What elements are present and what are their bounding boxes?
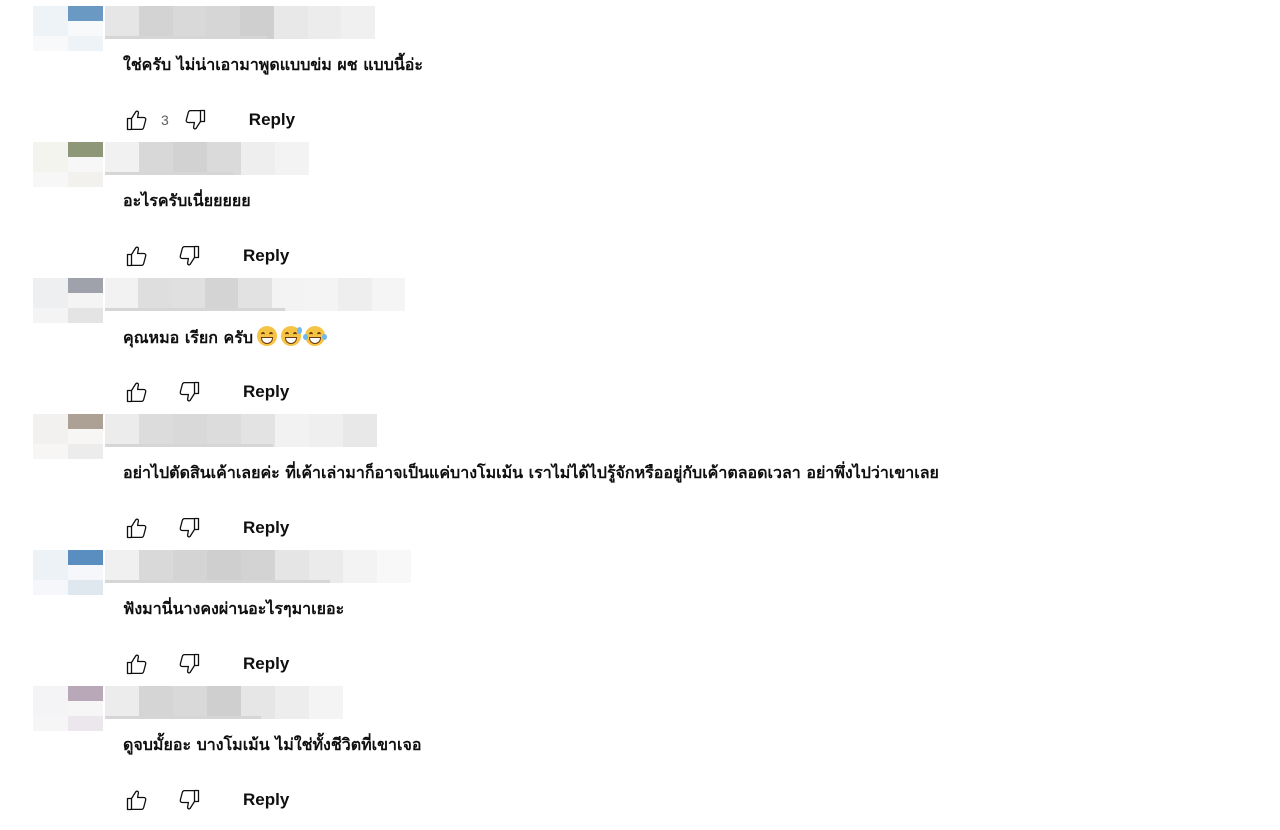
- thumbs-up-icon: [126, 654, 147, 675]
- dislike-button[interactable]: [173, 784, 205, 816]
- dislike-button[interactable]: [173, 240, 205, 272]
- comment-text: ฟังมานี่นางคงผ่านอะไรๆมาเยอะ: [123, 598, 344, 620]
- comment-body: ใช่ครับ ไม่น่าเอามาพูดแบบข่ม ผช แบบนี้อ่…: [123, 55, 423, 74]
- comment-item: อย่าไปตัดสินเค้าเลยค่ะ ที่เค้าเล่ามาก็อา…: [0, 414, 1280, 550]
- avatar[interactable]: [33, 686, 103, 731]
- comment-actions: Reply: [121, 240, 289, 272]
- comment-text: ใช่ครับ ไม่น่าเอามาพูดแบบข่ม ผช แบบนี้อ่…: [123, 54, 423, 76]
- comment-actions: Reply: [121, 648, 289, 680]
- like-button[interactable]: [121, 376, 153, 408]
- thumbs-up-icon: [126, 246, 147, 267]
- comment-item: ใช่ครับ ไม่น่าเอามาพูดแบบข่ม ผช แบบนี้อ่…: [0, 6, 1280, 142]
- thumbs-down-icon: [179, 653, 200, 674]
- thumbs-down-icon: [179, 381, 200, 402]
- reply-button[interactable]: Reply: [243, 654, 289, 674]
- thumbs-down-icon: [185, 109, 205, 130]
- thumbs-up-icon: [126, 110, 147, 131]
- author-name-redacted[interactable]: [105, 686, 365, 719]
- comment-item: ดูจบมั้ยอะ บางโมเม้น ไม่ใช่ทั้งชีวิตที่เ…: [0, 686, 1280, 822]
- avatar[interactable]: [33, 278, 103, 323]
- reply-button[interactable]: Reply: [243, 246, 289, 266]
- like-button[interactable]: [121, 104, 153, 136]
- tears-of-joy-emoji: [302, 326, 327, 346]
- avatar[interactable]: [33, 550, 103, 595]
- like-button[interactable]: [121, 240, 153, 272]
- comment-body: คุณหมอ เรียก ครับ: [123, 328, 253, 347]
- thumbs-up-icon: [126, 790, 147, 811]
- like-button[interactable]: [121, 648, 153, 680]
- dislike-button[interactable]: [173, 512, 205, 544]
- comment-body: อะไรครับเนี่ยยยยย: [123, 191, 251, 210]
- author-name-redacted[interactable]: [105, 278, 405, 311]
- like-button[interactable]: [121, 512, 153, 544]
- thumbs-up-icon: [126, 518, 147, 539]
- reply-button[interactable]: Reply: [243, 382, 289, 402]
- avatar[interactable]: [33, 142, 103, 187]
- thumbs-down-icon: [179, 517, 200, 538]
- avatar[interactable]: [33, 414, 103, 459]
- comment-item: อะไรครับเนี่ยยยยย Reply: [0, 142, 1280, 278]
- dislike-button[interactable]: [173, 648, 205, 680]
- comment-item: ฟังมานี่นางคงผ่านอะไรๆมาเยอะ Reply: [0, 550, 1280, 686]
- comment-actions: Reply: [121, 376, 289, 408]
- author-name-redacted[interactable]: [105, 6, 375, 39]
- comment-actions: Reply: [121, 512, 289, 544]
- comment-actions: Reply: [121, 784, 289, 816]
- reply-button[interactable]: Reply: [243, 518, 289, 538]
- author-name-redacted[interactable]: [105, 414, 385, 447]
- author-name-redacted[interactable]: [105, 142, 320, 175]
- comment-actions: 3 Reply: [121, 104, 295, 136]
- comment-body: ฟังมานี่นางคงผ่านอะไรๆมาเยอะ: [123, 599, 345, 618]
- like-button[interactable]: [121, 784, 153, 816]
- avatar[interactable]: [33, 6, 103, 51]
- comment-text: คุณหมอ เรียก ครับ: [123, 326, 327, 349]
- dislike-button[interactable]: [173, 376, 205, 408]
- grinning-face-emoji: [256, 326, 277, 346]
- comment-body: ดูจบมั้ยอะ บางโมเม้น ไม่ใช่ทั้งชีวิตที่เ…: [123, 735, 422, 754]
- comment-item: คุณหมอ เรียก ครับ Reply: [0, 278, 1280, 414]
- comment-text: อย่าไปตัดสินเค้าเลยค่ะ ที่เค้าเล่ามาก็อา…: [123, 462, 939, 484]
- author-name-redacted[interactable]: [105, 550, 480, 583]
- comment-body: อย่าไปตัดสินเค้าเลยค่ะ ที่เค้าเล่ามาก็อา…: [123, 463, 939, 482]
- thumbs-down-icon: [179, 245, 200, 266]
- like-count: 3: [161, 112, 169, 128]
- comment-text: ดูจบมั้ยอะ บางโมเม้น ไม่ใช่ทั้งชีวิตที่เ…: [123, 734, 421, 756]
- thumbs-down-icon: [179, 789, 200, 810]
- reply-button[interactable]: Reply: [243, 790, 289, 810]
- dislike-button[interactable]: [179, 104, 211, 136]
- comment-text: อะไรครับเนี่ยยยยย: [123, 190, 251, 212]
- thumbs-up-icon: [126, 382, 147, 403]
- sweat-smile-emoji: [280, 326, 302, 346]
- reply-button[interactable]: Reply: [249, 110, 295, 130]
